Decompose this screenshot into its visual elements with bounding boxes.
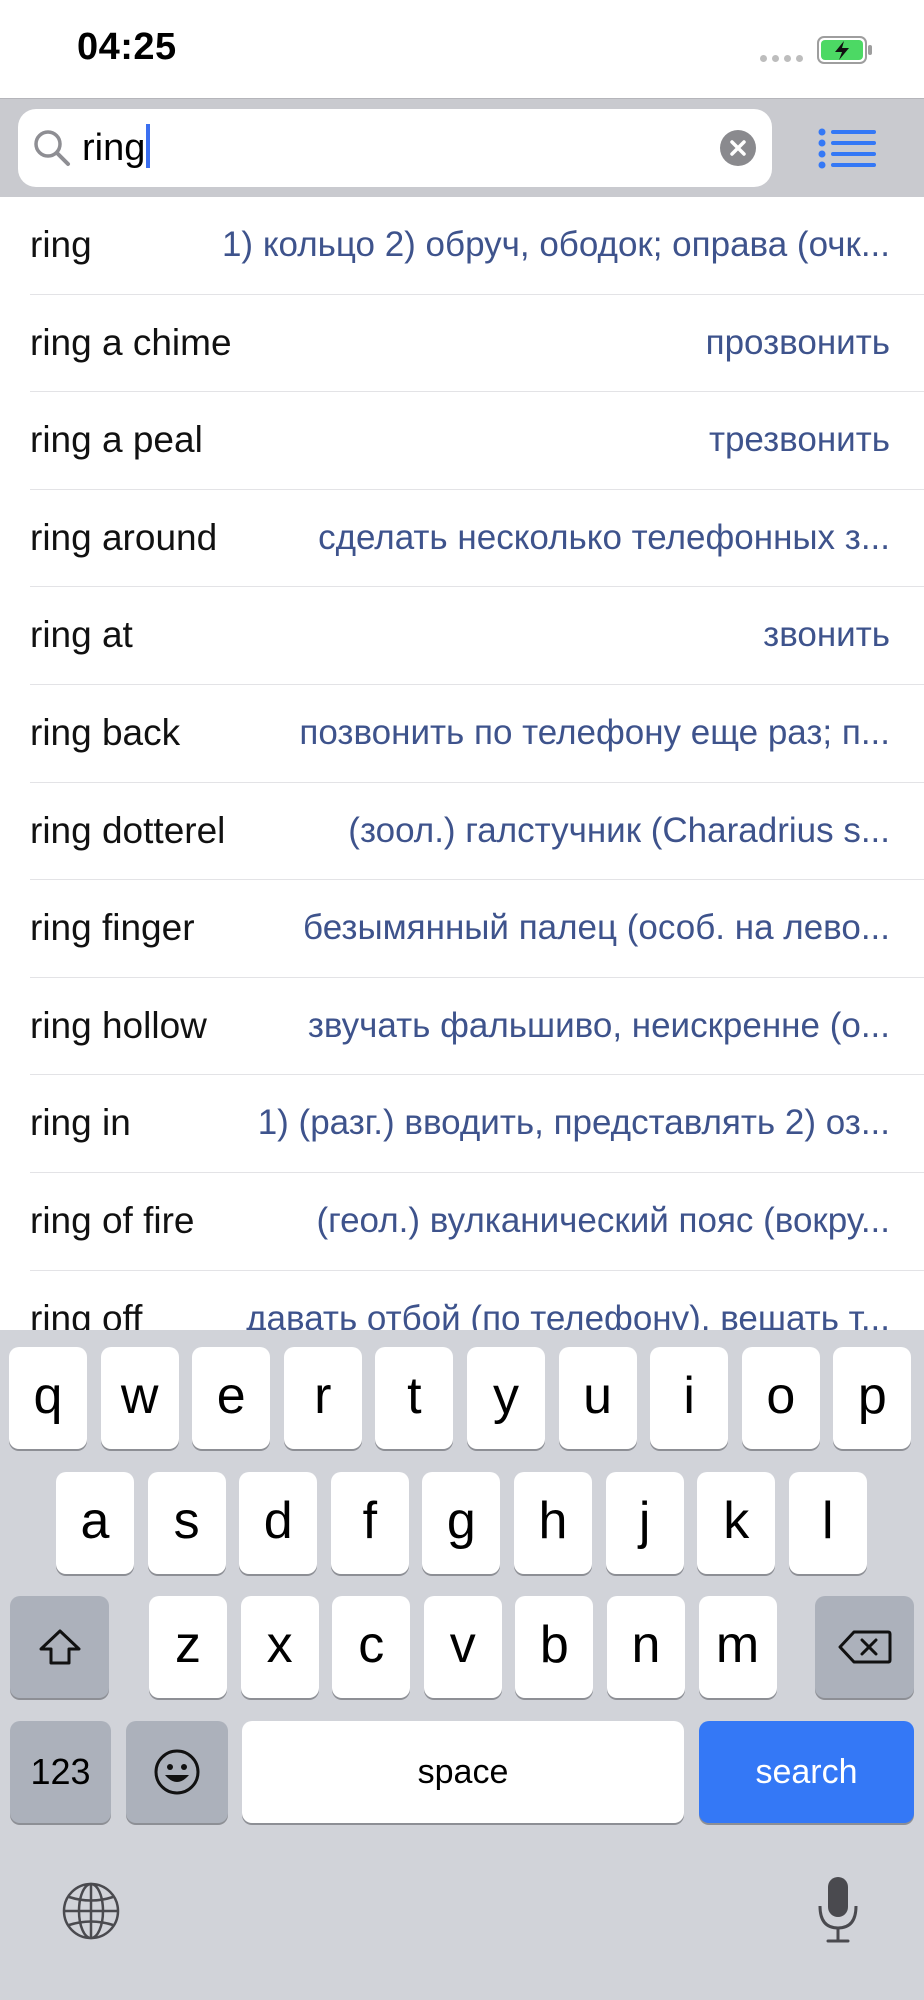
key-i[interactable]: i bbox=[650, 1347, 729, 1449]
emoji-key[interactable] bbox=[126, 1721, 228, 1823]
result-word: ring in bbox=[30, 1102, 131, 1144]
result-row[interactable]: ring hollow звучать фальшиво, неискренне … bbox=[30, 978, 924, 1076]
key-o[interactable]: o bbox=[741, 1347, 820, 1449]
app-screen: 04:25 ring ring 1) кольцо 2) обруч, обод… bbox=[0, 0, 924, 2000]
key-w[interactable]: w bbox=[100, 1347, 179, 1449]
key-h[interactable]: h bbox=[514, 1472, 592, 1574]
result-translation: звонить bbox=[763, 615, 890, 655]
key-n[interactable]: n bbox=[607, 1596, 685, 1698]
result-row[interactable]: ring finger безымянный палец (особ. на ле… bbox=[30, 880, 924, 978]
result-row[interactable]: ring of fire (геол.) вулканический пояс (… bbox=[30, 1173, 924, 1271]
globe-icon[interactable] bbox=[60, 1880, 122, 1942]
result-word: ring bbox=[30, 224, 92, 265]
key-s[interactable]: s bbox=[147, 1472, 226, 1574]
key-q[interactable]: q bbox=[9, 1347, 87, 1449]
space-key[interactable]: space bbox=[242, 1721, 684, 1823]
key-u[interactable]: u bbox=[558, 1347, 637, 1449]
numbers-key-label: 123 bbox=[30, 1751, 91, 1792]
key-m[interactable]: m bbox=[698, 1596, 777, 1698]
result-translation: 1) (разг.) вводить, представлять 2) оз..… bbox=[257, 1103, 890, 1143]
key-z[interactable]: z bbox=[149, 1596, 227, 1698]
text-caret bbox=[146, 124, 151, 168]
result-row[interactable]: ring off давать отбой (по телефону), веша… bbox=[30, 1271, 924, 1330]
result-row[interactable]: ring 1) кольцо 2) обруч, ободок; оправа (… bbox=[30, 197, 924, 295]
list-icon bbox=[818, 128, 876, 169]
signal-icon bbox=[760, 55, 803, 62]
result-row[interactable]: ring at звонить bbox=[30, 587, 924, 685]
numbers-key[interactable]: 123 bbox=[10, 1721, 111, 1823]
status-time: 04:25 bbox=[77, 26, 177, 68]
search-key-label: search bbox=[755, 1752, 858, 1791]
backspace-icon bbox=[838, 1630, 891, 1664]
result-translation: 1) кольцо 2) обруч, ободок; оправа (очк.… bbox=[221, 225, 890, 264]
key-e[interactable]: e bbox=[192, 1347, 271, 1449]
search-query-text: ring bbox=[82, 127, 146, 169]
battery-icon bbox=[817, 36, 872, 64]
search-icon bbox=[34, 130, 70, 166]
result-word: ring off bbox=[30, 1297, 143, 1330]
result-word: ring back bbox=[30, 711, 181, 753]
result-translation: безымянный палец (особ. на лево... bbox=[303, 908, 890, 948]
key-l[interactable]: l bbox=[788, 1472, 867, 1574]
result-word: ring a chime bbox=[30, 321, 232, 363]
clear-icon[interactable] bbox=[720, 130, 756, 166]
result-row[interactable]: ring in 1) (разг.) вводить, представлять … bbox=[30, 1075, 924, 1173]
result-word: ring of fire bbox=[30, 1199, 195, 1241]
key-k[interactable]: k bbox=[697, 1472, 776, 1574]
keyboard: 123 space search qwertyuiop asdfghj k l z… bbox=[0, 1330, 924, 2000]
emoji-icon bbox=[154, 1749, 200, 1795]
key-x[interactable]: x bbox=[240, 1596, 319, 1698]
key-y[interactable]: y bbox=[467, 1347, 545, 1449]
result-row[interactable]: ring around сделать несколько телефонных … bbox=[30, 490, 924, 588]
shift-key[interactable] bbox=[10, 1596, 109, 1698]
result-word: ring hollow bbox=[30, 1004, 207, 1046]
result-row[interactable]: ring back позвонить по телефону еще раз; … bbox=[30, 685, 924, 783]
status-bar: 04:25 bbox=[0, 0, 924, 98]
result-word: ring a peal bbox=[30, 419, 203, 461]
result-word: ring finger bbox=[30, 907, 195, 949]
backspace-key[interactable] bbox=[815, 1596, 914, 1698]
search-key[interactable]: search bbox=[699, 1721, 914, 1823]
microphone-icon[interactable] bbox=[815, 1874, 861, 1946]
result-translation: позвонить по телефону еще раз; п... bbox=[299, 712, 890, 752]
result-row[interactable]: ring a peal трезвонить bbox=[30, 392, 924, 490]
key-r[interactable]: r bbox=[283, 1347, 362, 1449]
key-f[interactable]: f bbox=[330, 1472, 409, 1574]
key-p[interactable]: p bbox=[833, 1347, 912, 1449]
key-c[interactable]: c bbox=[332, 1596, 411, 1698]
result-row[interactable]: ring dotterel (зоол.) галстучник (Charadr… bbox=[30, 783, 924, 881]
space-key-label: space bbox=[417, 1752, 509, 1791]
key-v[interactable]: v bbox=[423, 1596, 502, 1698]
list-button[interactable] bbox=[790, 99, 924, 198]
search-header: ring bbox=[0, 98, 924, 198]
key-g[interactable]: g bbox=[422, 1472, 501, 1574]
result-translation: трезвонить bbox=[708, 420, 890, 460]
result-translation: сделать несколько телефонных з... bbox=[318, 517, 890, 557]
search-input[interactable]: ring bbox=[82, 123, 151, 173]
result-translation: звучать фальшиво, неискренне (о... bbox=[307, 1005, 890, 1045]
search-field[interactable]: ring bbox=[18, 109, 772, 187]
result-translation: давать отбой (по телефону), вешать т... bbox=[246, 1298, 890, 1330]
results-list: ring 1) кольцо 2) обруч, ободок; оправа (… bbox=[0, 197, 924, 1330]
shift-icon bbox=[39, 1629, 80, 1665]
key-j[interactable]: j bbox=[605, 1472, 684, 1574]
key-t[interactable]: t bbox=[375, 1347, 454, 1449]
key-d[interactable]: d bbox=[239, 1472, 318, 1574]
result-translation: прозвонить bbox=[705, 322, 890, 362]
result-translation: (зоол.) галстучник (Charadrius s... bbox=[348, 810, 890, 850]
key-a[interactable]: a bbox=[56, 1472, 134, 1574]
result-word: ring dotterel bbox=[30, 809, 226, 851]
result-word: ring at bbox=[30, 614, 133, 656]
result-row[interactable]: ring a chime прозвонить bbox=[30, 295, 924, 393]
result-word: ring around bbox=[30, 516, 218, 558]
key-b[interactable]: b bbox=[515, 1596, 594, 1698]
result-translation: (геол.) вулканический пояс (вокру... bbox=[316, 1200, 890, 1240]
